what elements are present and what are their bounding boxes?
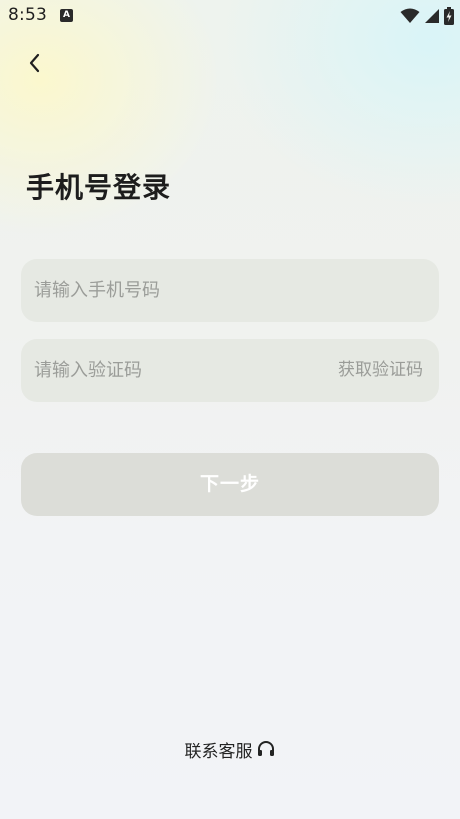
wifi-icon (400, 8, 420, 23)
chevron-left-icon (29, 53, 40, 73)
battery-charging-icon (444, 7, 454, 25)
support-label: 联系客服 (184, 741, 253, 762)
contact-support-link[interactable]: 联系客服 (0, 737, 460, 762)
back-button[interactable] (20, 48, 50, 78)
code-field[interactable]: 获取验证码 (21, 339, 439, 402)
status-indicators (400, 6, 454, 26)
headset-icon (257, 741, 274, 756)
status-bar: 8:53 A (0, 0, 460, 32)
phone-field[interactable] (21, 259, 439, 322)
get-code-button[interactable]: 获取验证码 (338, 339, 423, 402)
status-time: 8:53 (8, 5, 47, 25)
notification-app-icon: A (60, 9, 73, 22)
next-button[interactable]: 下一步 (21, 453, 439, 516)
page-title: 手机号登录 (26, 171, 172, 204)
phone-input[interactable] (34, 259, 424, 322)
signal-icon (425, 9, 439, 23)
verification-code-input[interactable] (34, 339, 314, 402)
